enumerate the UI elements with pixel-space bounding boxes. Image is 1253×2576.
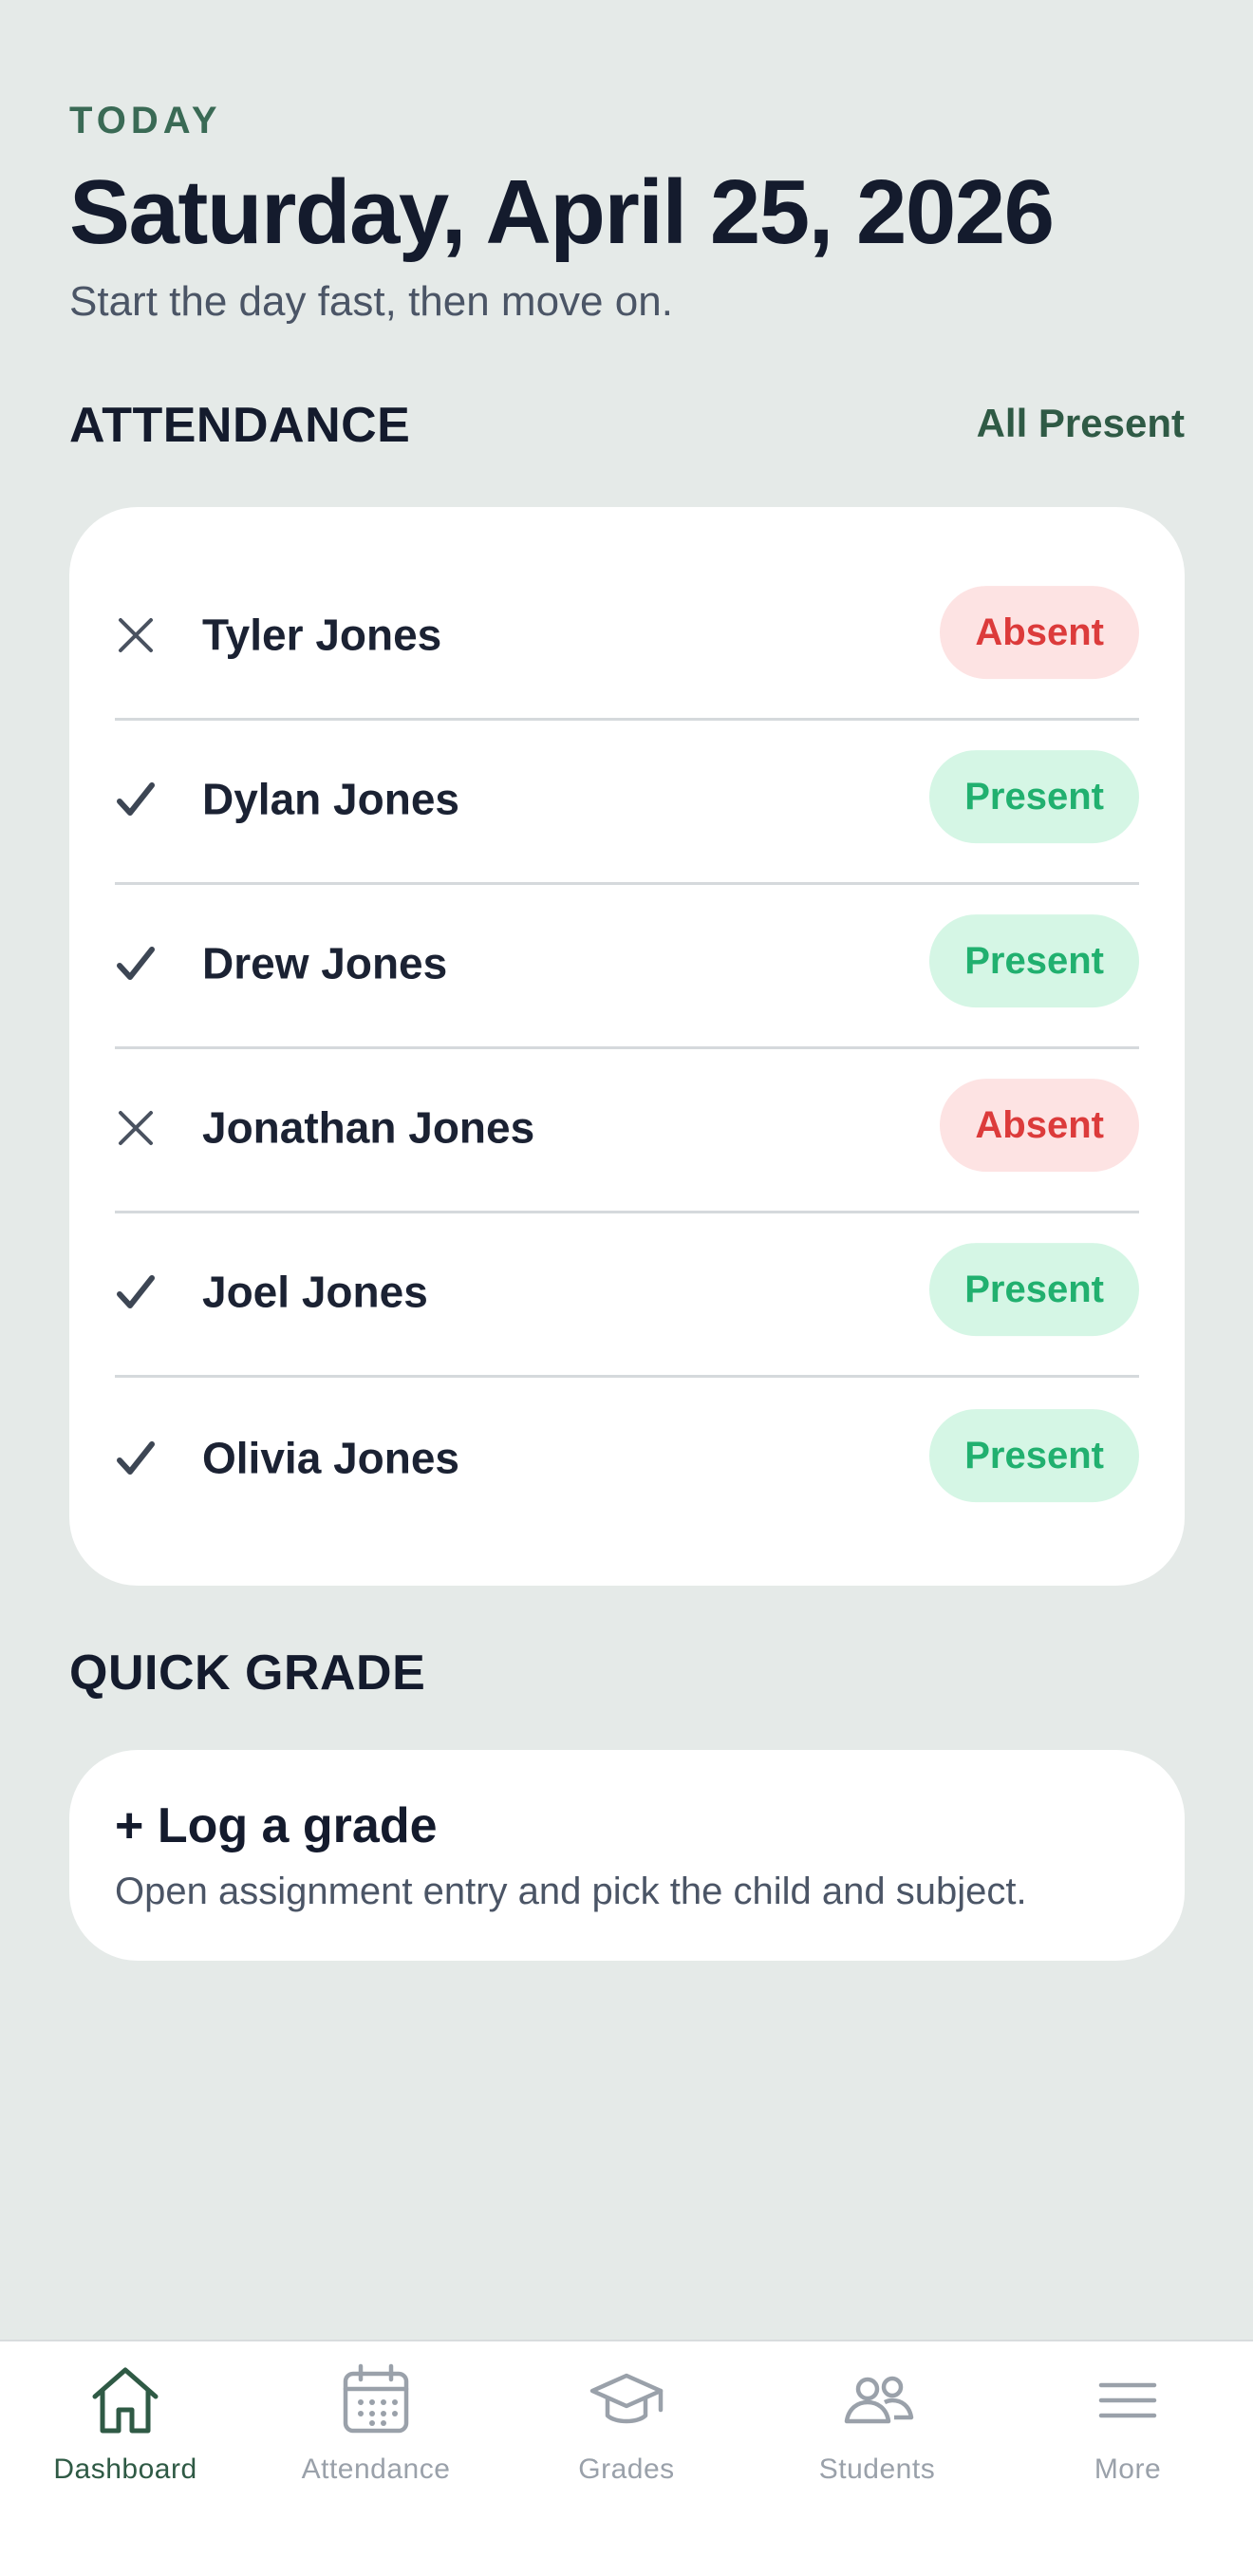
student-name: Dylan Jones [202,774,459,824]
graduation-cap-icon [587,2360,666,2440]
attendance-row[interactable]: Olivia Jones Present [115,1378,1139,1542]
tab-more[interactable]: More [1002,2341,1253,2531]
users-icon [837,2360,917,2440]
bottom-tab-bar: Dashboard Attendance Grades Students Mor… [0,2340,1253,2576]
home-icon [85,2360,165,2440]
status-badge[interactable]: Present [929,750,1139,844]
tab-grades[interactable]: Grades [501,2341,752,2531]
log-grade-card[interactable]: + Log a grade Open assignment entry and … [69,1750,1185,1961]
x-icon [115,614,157,656]
page-title: Saturday, April 25, 2026 [69,161,1055,263]
x-icon [115,1107,157,1149]
status-badge[interactable]: Absent [940,586,1139,680]
student-name: Drew Jones [202,938,448,988]
tab-label: Grades [578,2454,675,2485]
attendance-section-title: ATTENDANCE [69,398,411,453]
log-grade-description: Open assignment entry and pick the child… [115,1871,1027,1912]
check-icon [115,1271,157,1313]
log-grade-title: + Log a grade [115,1798,438,1853]
tab-label: More [1094,2454,1162,2485]
check-icon [115,779,157,820]
check-icon [115,1438,157,1479]
tab-dashboard[interactable]: Dashboard [0,2341,251,2531]
page-subtitle: Start the day fast, then move on. [69,278,673,325]
tab-attendance[interactable]: Attendance [251,2341,501,2531]
check-icon [115,943,157,985]
attendance-row[interactable]: Jonathan Jones Absent [115,1049,1139,1213]
student-name: Joel Jones [202,1267,428,1317]
student-name: Tyler Jones [202,610,442,660]
quick-grade-section-title: QUICK GRADE [69,1645,426,1701]
calendar-icon [336,2360,416,2440]
all-present-button[interactable]: All Present [977,401,1185,446]
tab-label: Students [818,2454,936,2485]
status-badge[interactable]: Absent [940,1079,1139,1173]
today-eyebrow: TODAY [69,100,222,141]
student-name: Jonathan Jones [202,1102,535,1153]
attendance-row[interactable]: Joel Jones Present [115,1213,1139,1378]
tab-label: Dashboard [53,2454,197,2485]
attendance-section-header: ATTENDANCE All Present [69,397,1185,454]
attendance-row[interactable]: Dylan Jones Present [115,721,1139,885]
attendance-card: Tyler Jones Absent Dylan Jones Present D… [69,507,1185,1586]
student-name: Olivia Jones [202,1432,460,1482]
menu-icon [1088,2360,1168,2440]
status-badge[interactable]: Present [929,1408,1139,1502]
tab-label: Attendance [301,2454,451,2485]
status-badge[interactable]: Present [929,1243,1139,1337]
tab-students[interactable]: Students [752,2341,1002,2531]
attendance-row[interactable]: Tyler Jones Absent [115,556,1139,721]
quick-grade-section-header: QUICK GRADE [69,1645,1185,1702]
attendance-row[interactable]: Drew Jones Present [115,885,1139,1049]
status-badge[interactable]: Present [929,914,1139,1008]
